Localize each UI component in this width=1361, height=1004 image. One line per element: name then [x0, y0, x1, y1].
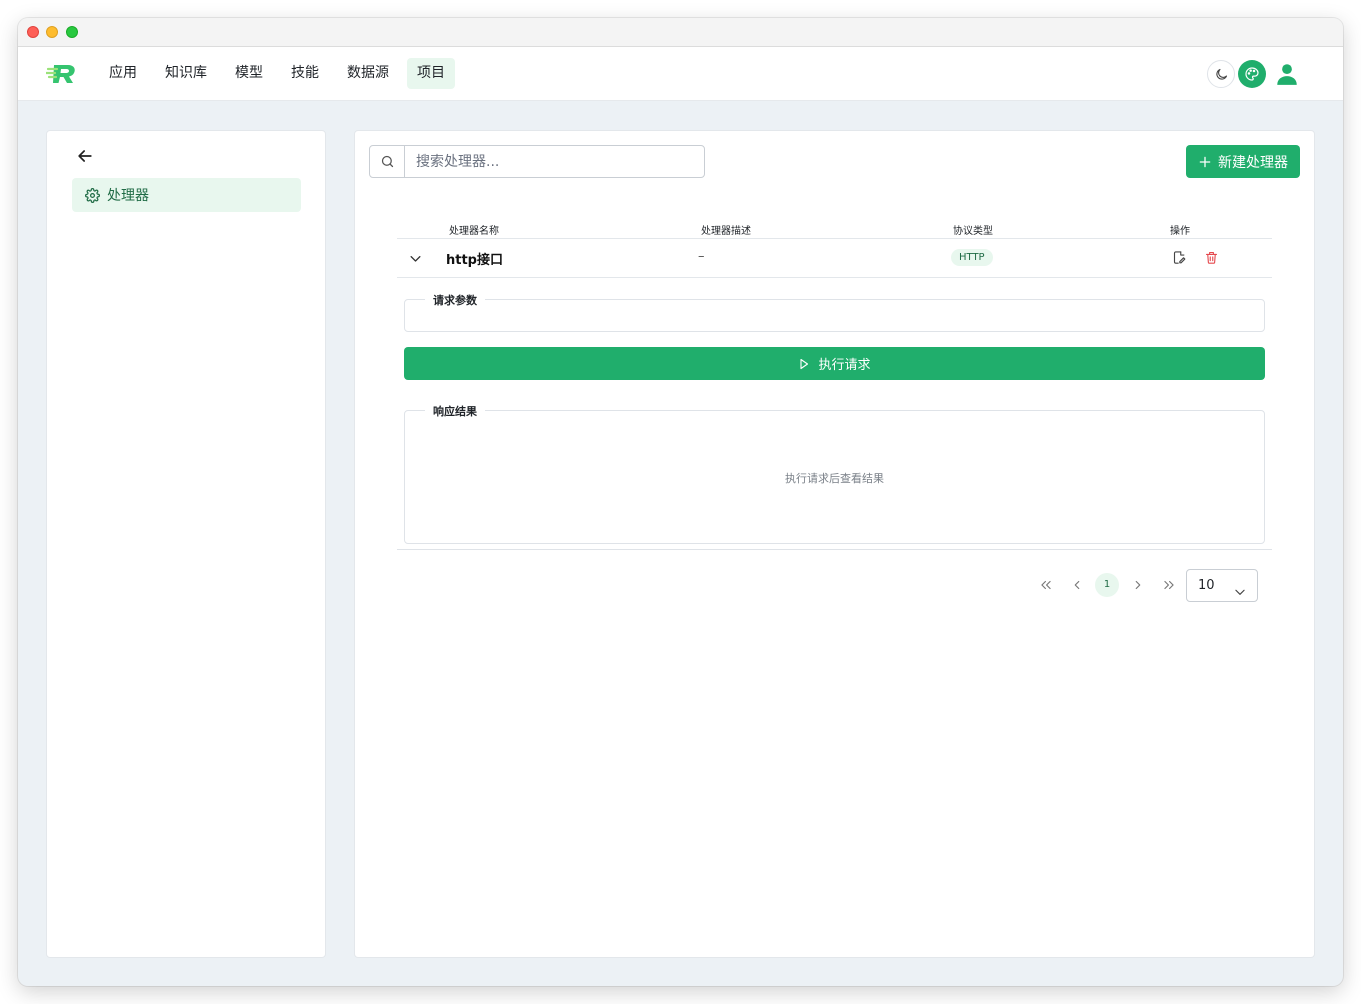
column-header-actions: 操作 — [1170, 226, 1190, 237]
gear-icon — [85, 187, 100, 203]
arrow-left-icon — [78, 150, 92, 162]
request-params-label: 请求参数 — [425, 292, 485, 308]
table-divider — [397, 549, 1272, 550]
response-label: 响应结果 — [425, 403, 485, 419]
moon-icon — [1215, 68, 1227, 80]
page-size-select[interactable]: 10 — [1186, 569, 1258, 602]
edit-icon[interactable] — [1172, 250, 1187, 269]
pagination: 1 — [355, 569, 1316, 602]
processor-description: – — [698, 249, 705, 264]
new-processor-button[interactable]: 新建处理器 — [1186, 145, 1300, 178]
nav-item-datasources[interactable]: 数据源 — [337, 58, 399, 89]
search-icon — [370, 146, 405, 177]
column-header-description[interactable]: 处理器描述 — [701, 222, 751, 237]
theme-toggle-button[interactable] — [1207, 60, 1235, 88]
first-page-icon[interactable] — [1034, 573, 1058, 597]
page-size-value: 10 — [1198, 578, 1215, 593]
column-header-protocol[interactable]: 协议类型 — [953, 222, 993, 237]
main-panel: 新建处理器 处理器名称 处理器描述 协议类型 操作 http接口 – HTTP … — [354, 130, 1315, 958]
back-button[interactable] — [75, 146, 97, 168]
response-panel: 响应结果 执行请求后查看结果 — [404, 403, 1265, 544]
close-window-button[interactable] — [27, 26, 39, 38]
user-icon — [1277, 64, 1297, 85]
search-box — [369, 145, 705, 178]
processor-name: http接口 — [446, 253, 503, 268]
nav-item-knowledge-base[interactable]: 知识库 — [155, 58, 217, 89]
execute-request-button[interactable]: 执行请求 — [404, 347, 1265, 380]
chevron-down-icon — [1233, 580, 1247, 611]
table-row[interactable]: http接口 – HTTP — [397, 239, 1272, 278]
column-header-name[interactable]: 处理器名称 — [449, 222, 499, 237]
app-window: 应用 知识库 模型 技能 数据源 项目 处理器 搜索处理器... 新建处理器 处… — [18, 18, 1343, 986]
response-empty-text: 执行请求后查看结果 — [785, 472, 884, 485]
last-page-icon[interactable] — [1157, 573, 1181, 597]
user-avatar-button[interactable] — [1273, 60, 1301, 88]
nav-item-projects[interactable]: 项目 — [407, 58, 455, 89]
window-titlebar — [18, 18, 1343, 47]
nav-item-skills[interactable]: 技能 — [281, 58, 329, 89]
search-input[interactable] — [405, 146, 704, 177]
minimize-window-button[interactable] — [46, 26, 58, 38]
request-params-panel: 请求参数 — [404, 292, 1265, 332]
execute-request-label: 执行请求 — [818, 358, 871, 373]
plus-icon — [1199, 156, 1211, 167]
app-logo[interactable] — [44, 59, 80, 89]
top-navigation: 应用 知识库 模型 技能 数据源 项目 — [18, 47, 1343, 101]
palette-icon — [1245, 67, 1259, 81]
next-page-icon[interactable] — [1126, 573, 1150, 597]
maximize-window-button[interactable] — [66, 26, 78, 38]
nav-item-apps[interactable]: 应用 — [99, 58, 147, 89]
sidebar: 处理器 — [46, 130, 326, 958]
trash-icon[interactable] — [1204, 250, 1219, 269]
sidebar-item-label: 处理器 — [107, 188, 149, 204]
new-processor-label: 新建处理器 — [1218, 154, 1288, 171]
current-page[interactable]: 1 — [1095, 573, 1119, 597]
prev-page-icon[interactable] — [1065, 573, 1089, 597]
nav-item-models[interactable]: 模型 — [225, 58, 273, 89]
protocol-badge: HTTP — [951, 249, 993, 266]
sidebar-item-processors[interactable]: 处理器 — [72, 178, 301, 212]
play-icon — [800, 358, 809, 369]
palette-button[interactable] — [1238, 60, 1266, 88]
chevron-down-icon[interactable] — [408, 251, 423, 270]
table-header: 处理器名称 处理器描述 协议类型 操作 — [397, 219, 1272, 239]
